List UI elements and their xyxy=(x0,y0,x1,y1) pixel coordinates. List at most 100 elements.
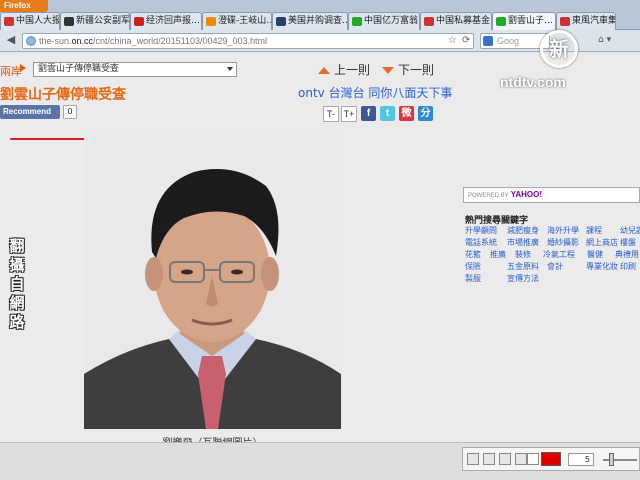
twitter-icon[interactable]: t xyxy=(380,106,395,121)
taskbar: 5 xyxy=(0,442,640,480)
tab-label: 美国并购调查… xyxy=(288,16,348,26)
back-button[interactable]: ◀ xyxy=(4,33,18,47)
facebook-recommend-button[interactable]: Recommend xyxy=(0,105,60,119)
url-domain: on.cc xyxy=(71,36,94,46)
keyword-link[interactable]: 課程 xyxy=(586,225,602,236)
keyword-link[interactable]: 樓盤 xyxy=(620,237,636,248)
pen-color-swatch[interactable] xyxy=(541,452,561,466)
article-select-value: 劉雲山子傳停職受查 xyxy=(38,64,120,74)
keyword-link[interactable]: 婚紗攝影 xyxy=(547,237,579,248)
keyword-link[interactable]: 冷氣工程 xyxy=(543,249,575,260)
keyword-link[interactable]: 升學顧問 xyxy=(465,225,497,236)
next-article-link[interactable]: 下一則 xyxy=(382,61,434,78)
browser-tab[interactable]: 新疆公安副军… xyxy=(60,12,130,30)
pen-icon[interactable] xyxy=(515,453,527,465)
tab-bar: Firefox 中国人大报告… 新疆公安副军… 经济回声报… 澄碟-王岐山… 美国并购调… xyxy=(0,0,640,30)
weibo-icon[interactable]: 微 xyxy=(399,106,414,121)
keyword-link[interactable]: 保險 xyxy=(465,261,481,272)
pen-size-slider-handle[interactable] xyxy=(609,453,614,466)
text-smaller-button[interactable]: T- xyxy=(323,106,339,122)
prev-article-label: 上一則 xyxy=(334,63,371,77)
browser-tab[interactable]: 经济回声报… xyxy=(130,12,202,30)
recommend-count: 0 xyxy=(63,105,77,119)
portrait-image xyxy=(84,169,341,429)
keyword-link[interactable]: 專業化妝 xyxy=(586,261,618,272)
keyword-link[interactable]: 宣傳方法 xyxy=(507,273,539,284)
url-path: /cnt/china_world/20151103/00429_003.html xyxy=(93,36,268,46)
site-identity-icon[interactable] xyxy=(26,36,36,46)
keyword-link[interactable]: 市場推廣 xyxy=(507,237,539,248)
breadcrumb-arrow-icon xyxy=(20,64,26,72)
search-engine-icon[interactable] xyxy=(483,36,493,46)
keyword-link[interactable]: 會計 xyxy=(547,261,563,272)
tab-favicon-icon xyxy=(206,17,216,26)
arrow-up-icon xyxy=(318,67,330,74)
home-icon[interactable]: ⌂ ▾ xyxy=(598,35,611,45)
tab-label: 劉雲山子… xyxy=(508,16,554,26)
tab-favicon-icon xyxy=(352,17,362,26)
tab-label: 澄碟-王岐山… xyxy=(218,16,272,26)
eraser-icon[interactable] xyxy=(527,453,539,465)
web-page: 兩岸 劉雲山子傳停職受查 上一則 下一則 劉雲山子傳停職受查 ontv 台灣台 … xyxy=(0,53,640,449)
tab-label: 東風汽車集… xyxy=(572,16,615,26)
keyword-link[interactable]: 製服 xyxy=(465,273,481,284)
keyword-link[interactable]: 典禮用 xyxy=(615,249,639,260)
browser-tab[interactable]: 中国私募基金… xyxy=(420,12,492,30)
keyword-link[interactable]: 印刷 xyxy=(620,261,636,272)
browser-tab[interactable]: 東風汽車集… xyxy=(556,12,616,30)
article-select[interactable]: 劉雲山子傳停職受查 xyxy=(33,62,237,77)
browser-tab[interactable]: 中国亿万富翁… xyxy=(348,12,420,30)
tab-favicon-icon xyxy=(4,17,14,26)
drawing-toolbar: 5 xyxy=(462,447,640,471)
browser-tab[interactable]: 中国人大报告… xyxy=(0,12,60,30)
keyword-link[interactable]: 幼兒課程 xyxy=(620,225,640,236)
tab-label: 经济回声报… xyxy=(146,16,201,26)
keyword-link[interactable]: 裝修 xyxy=(515,249,531,260)
pen-size-input[interactable]: 5 xyxy=(568,453,594,466)
keyword-link[interactable]: 減肥瘦身 xyxy=(507,225,539,236)
keyword-link[interactable]: 五金原料 xyxy=(507,261,539,272)
other-share-icon[interactable]: 分 xyxy=(418,106,433,121)
ntd-logo-mark: 新 xyxy=(540,30,578,68)
yahoo-search-box[interactable]: POWERED BY YAHOO! xyxy=(463,187,640,203)
bookmark-star-icon[interactable]: ☆ xyxy=(448,34,457,48)
keyword-link[interactable]: 電話系統 xyxy=(465,237,497,248)
browser-tab[interactable]: 澄碟-王岐山… xyxy=(202,12,272,30)
save-icon[interactable] xyxy=(483,453,495,465)
article-photo xyxy=(84,134,341,429)
keyword-link[interactable]: 網上商店 xyxy=(586,237,618,248)
tab-favicon-icon xyxy=(64,17,74,26)
tab-label: 中国人大报告… xyxy=(16,16,60,26)
text-larger-button[interactable]: T+ xyxy=(341,106,357,122)
new-page-icon[interactable] xyxy=(467,453,479,465)
tab-favicon-icon xyxy=(496,17,506,26)
chevron-down-icon xyxy=(227,67,233,71)
ontv-link[interactable]: ontv 台灣台 同你八面天下事 xyxy=(298,84,452,101)
arrow-down-icon xyxy=(382,67,394,74)
tab-favicon-icon xyxy=(424,17,434,26)
search-placeholder: Goog xyxy=(497,36,520,46)
browser-tab[interactable]: 劉雲山子… xyxy=(492,12,556,30)
yahoo-label: YAHOO! xyxy=(510,190,543,199)
next-article-label: 下一則 xyxy=(398,63,435,77)
tab-label: 中国私募基金… xyxy=(436,16,491,26)
firefox-menu-button[interactable]: Firefox xyxy=(0,0,48,12)
keyword-link[interactable]: 海外升學 xyxy=(547,225,579,236)
url-prefix: the-sun. xyxy=(39,36,72,46)
tab-favicon-icon xyxy=(134,17,144,26)
tab-label: 中国亿万富翁… xyxy=(364,16,419,26)
keyword-link[interactable]: 推廣 xyxy=(490,249,506,260)
keyword-link[interactable]: 醫健 xyxy=(587,249,603,260)
screen-icon[interactable] xyxy=(499,453,511,465)
facebook-icon[interactable]: f xyxy=(361,106,376,121)
ntd-logo-text: ntdtv.com xyxy=(500,74,566,90)
keyword-link[interactable]: 花籃 xyxy=(465,249,481,260)
breadcrumb[interactable]: 兩岸 xyxy=(0,63,22,79)
yahoo-logo: POWERED BY YAHOO! xyxy=(468,190,542,199)
tab-label: 新疆公安副军… xyxy=(76,16,130,26)
side-caption: 翻攝自網路 xyxy=(9,237,25,331)
reload-icon[interactable]: ⟳ xyxy=(462,34,470,48)
address-bar[interactable]: the-sun.on.cc/cnt/china_world/20151103/0… xyxy=(22,33,474,49)
prev-article-link[interactable]: 上一則 xyxy=(318,61,370,78)
browser-tab[interactable]: 美国并购调查… xyxy=(272,12,348,30)
